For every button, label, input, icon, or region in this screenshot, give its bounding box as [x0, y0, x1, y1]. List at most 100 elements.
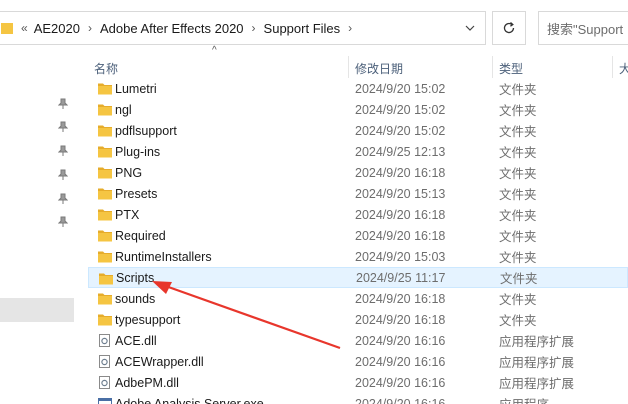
file-type: 文件夹 [499, 125, 537, 139]
file-name: AdbePM.dll [115, 375, 179, 390]
sort-ascending-icon: ^ [212, 45, 217, 56]
address-dropdown-button[interactable] [455, 11, 485, 45]
folder-icon [98, 167, 112, 179]
refresh-button[interactable] [492, 11, 526, 45]
column-name[interactable]: 名称 [94, 58, 118, 78]
folder-icon [98, 293, 112, 305]
column-size[interactable]: 大 [619, 58, 628, 78]
file-row[interactable]: ACE.dll 2024/9/20 16:16 应用程序扩展 [88, 330, 628, 351]
file-date: 2024/9/20 16:16 [355, 354, 446, 369]
file-row[interactable]: RuntimeInstallers 2024/9/20 15:03 文件夹 [88, 246, 628, 267]
folder-icon [98, 209, 112, 221]
file-date: 2024/9/20 16:18 [355, 312, 446, 327]
file-date: 2024/9/20 16:18 [355, 228, 446, 243]
file-date: 2024/9/25 12:13 [355, 144, 446, 159]
file-name: RuntimeInstallers [115, 249, 212, 264]
file-row[interactable]: Lumetri 2024/9/20 15:02 文件夹 [88, 78, 628, 99]
column-divider[interactable] [348, 56, 349, 78]
file-row[interactable]: sounds 2024/9/20 16:18 文件夹 [88, 288, 628, 309]
file-type: 应用程序扩展 [499, 356, 575, 370]
file-name: ngl [115, 102, 132, 117]
file-row[interactable]: Adobe Analysis Server.exe 2024/9/20 16:16… [88, 393, 628, 404]
file-name: typesupport [115, 312, 181, 327]
file-row[interactable]: PNG 2024/9/20 16:18 文件夹 [88, 162, 628, 183]
column-divider[interactable] [492, 56, 493, 78]
breadcrumb-separator-icon[interactable]: › [252, 21, 256, 35]
file-date: 2024/9/20 16:18 [355, 207, 446, 222]
file-row[interactable]: typesupport 2024/9/20 16:18 文件夹 [88, 309, 628, 330]
folder-icon [98, 146, 112, 158]
exe-file-icon [98, 398, 112, 404]
file-date: 2024/9/20 16:16 [355, 375, 446, 390]
folder-icon [98, 125, 112, 137]
dll-file-icon [99, 376, 110, 389]
refresh-icon [503, 22, 515, 34]
address-bar[interactable]: « AE2020 › Adobe After Effects 2020 › Su… [0, 11, 486, 45]
file-row[interactable]: Plug-ins 2024/9/25 12:13 文件夹 [88, 141, 628, 162]
breadcrumb-separator-icon[interactable]: › [88, 21, 92, 35]
pin-icon[interactable] [58, 169, 68, 181]
nav-item-selected[interactable] [0, 298, 74, 322]
file-name: PTX [115, 207, 140, 222]
breadcrumb-item-ae2020[interactable]: AE2020 [34, 21, 80, 36]
breadcrumb-item-support-files[interactable]: Support Files [264, 21, 341, 36]
file-date: 2024/9/20 15:13 [355, 186, 446, 201]
file-row[interactable]: PTX 2024/9/20 16:18 文件夹 [88, 204, 628, 225]
folder-icon [98, 230, 112, 242]
breadcrumb-separator-icon[interactable]: › [348, 21, 352, 35]
pin-icon[interactable] [58, 98, 68, 110]
file-type: 文件夹 [499, 314, 537, 328]
file-date: 2024/9/20 16:18 [355, 291, 446, 306]
chevron-down-icon [465, 25, 475, 31]
pin-icon[interactable] [58, 145, 68, 157]
pin-icon[interactable] [58, 193, 68, 205]
column-type[interactable]: 类型 [499, 58, 523, 78]
file-type: 应用程序扩展 [499, 335, 575, 349]
file-type: 文件夹 [499, 209, 537, 223]
column-divider[interactable] [612, 56, 613, 78]
file-name: Required [115, 228, 166, 243]
file-row[interactable]: Presets 2024/9/20 15:13 文件夹 [88, 183, 628, 204]
file-name: Scripts [116, 270, 155, 285]
file-row[interactable]: ngl 2024/9/20 15:02 文件夹 [88, 99, 628, 120]
file-type: 应用程序扩展 [499, 377, 575, 391]
folder-icon [1, 23, 13, 34]
file-date: 2024/9/20 15:03 [355, 249, 446, 264]
file-type: 文件夹 [499, 230, 537, 244]
pin-icon[interactable] [58, 121, 68, 133]
file-name: Lumetri [115, 81, 157, 96]
breadcrumb: « AE2020 › Adobe After Effects 2020 › Su… [13, 12, 360, 44]
file-type: 文件夹 [499, 146, 537, 160]
file-name: Plug-ins [115, 144, 161, 159]
file-type: 文件夹 [499, 104, 537, 118]
folder-icon [98, 83, 112, 95]
file-name: pdflsupport [115, 123, 177, 138]
column-header: 名称 修改日期 类型 大 [88, 56, 628, 78]
file-name: Presets [115, 186, 158, 201]
file-row[interactable]: AdbePM.dll 2024/9/20 16:16 应用程序扩展 [88, 372, 628, 393]
breadcrumb-item-after-effects[interactable]: Adobe After Effects 2020 [100, 21, 244, 36]
file-date: 2024/9/20 16:18 [355, 165, 446, 180]
file-type: 应用程序 [499, 394, 549, 404]
folder-icon [98, 314, 112, 326]
file-row[interactable]: Scripts 2024/9/25 11:17 文件夹 [88, 267, 628, 288]
file-type: 文件夹 [499, 188, 537, 202]
file-name: ACE.dll [115, 333, 157, 348]
file-row[interactable]: ACEWrapper.dll 2024/9/20 16:16 应用程序扩展 [88, 351, 628, 372]
dll-file-icon [99, 334, 110, 347]
file-type: 文件夹 [499, 293, 537, 307]
dll-file-icon [99, 355, 110, 368]
file-type: 文件夹 [499, 83, 537, 97]
file-date: 2024/9/20 16:16 [355, 396, 446, 404]
pin-icon[interactable] [58, 216, 68, 228]
file-type: 文件夹 [499, 167, 537, 181]
search-input[interactable]: 搜索"Support [538, 11, 628, 45]
file-date: 2024/9/20 15:02 [355, 102, 446, 117]
file-date: 2024/9/25 11:17 [356, 270, 446, 285]
column-date[interactable]: 修改日期 [355, 58, 403, 78]
breadcrumb-overflow[interactable]: « [21, 21, 28, 35]
file-row[interactable]: Required 2024/9/20 16:18 文件夹 [88, 225, 628, 246]
file-name: PNG [115, 165, 143, 180]
file-row[interactable]: pdflsupport 2024/9/20 15:02 文件夹 [88, 120, 628, 141]
file-name: ACEWrapper.dll [115, 354, 204, 369]
